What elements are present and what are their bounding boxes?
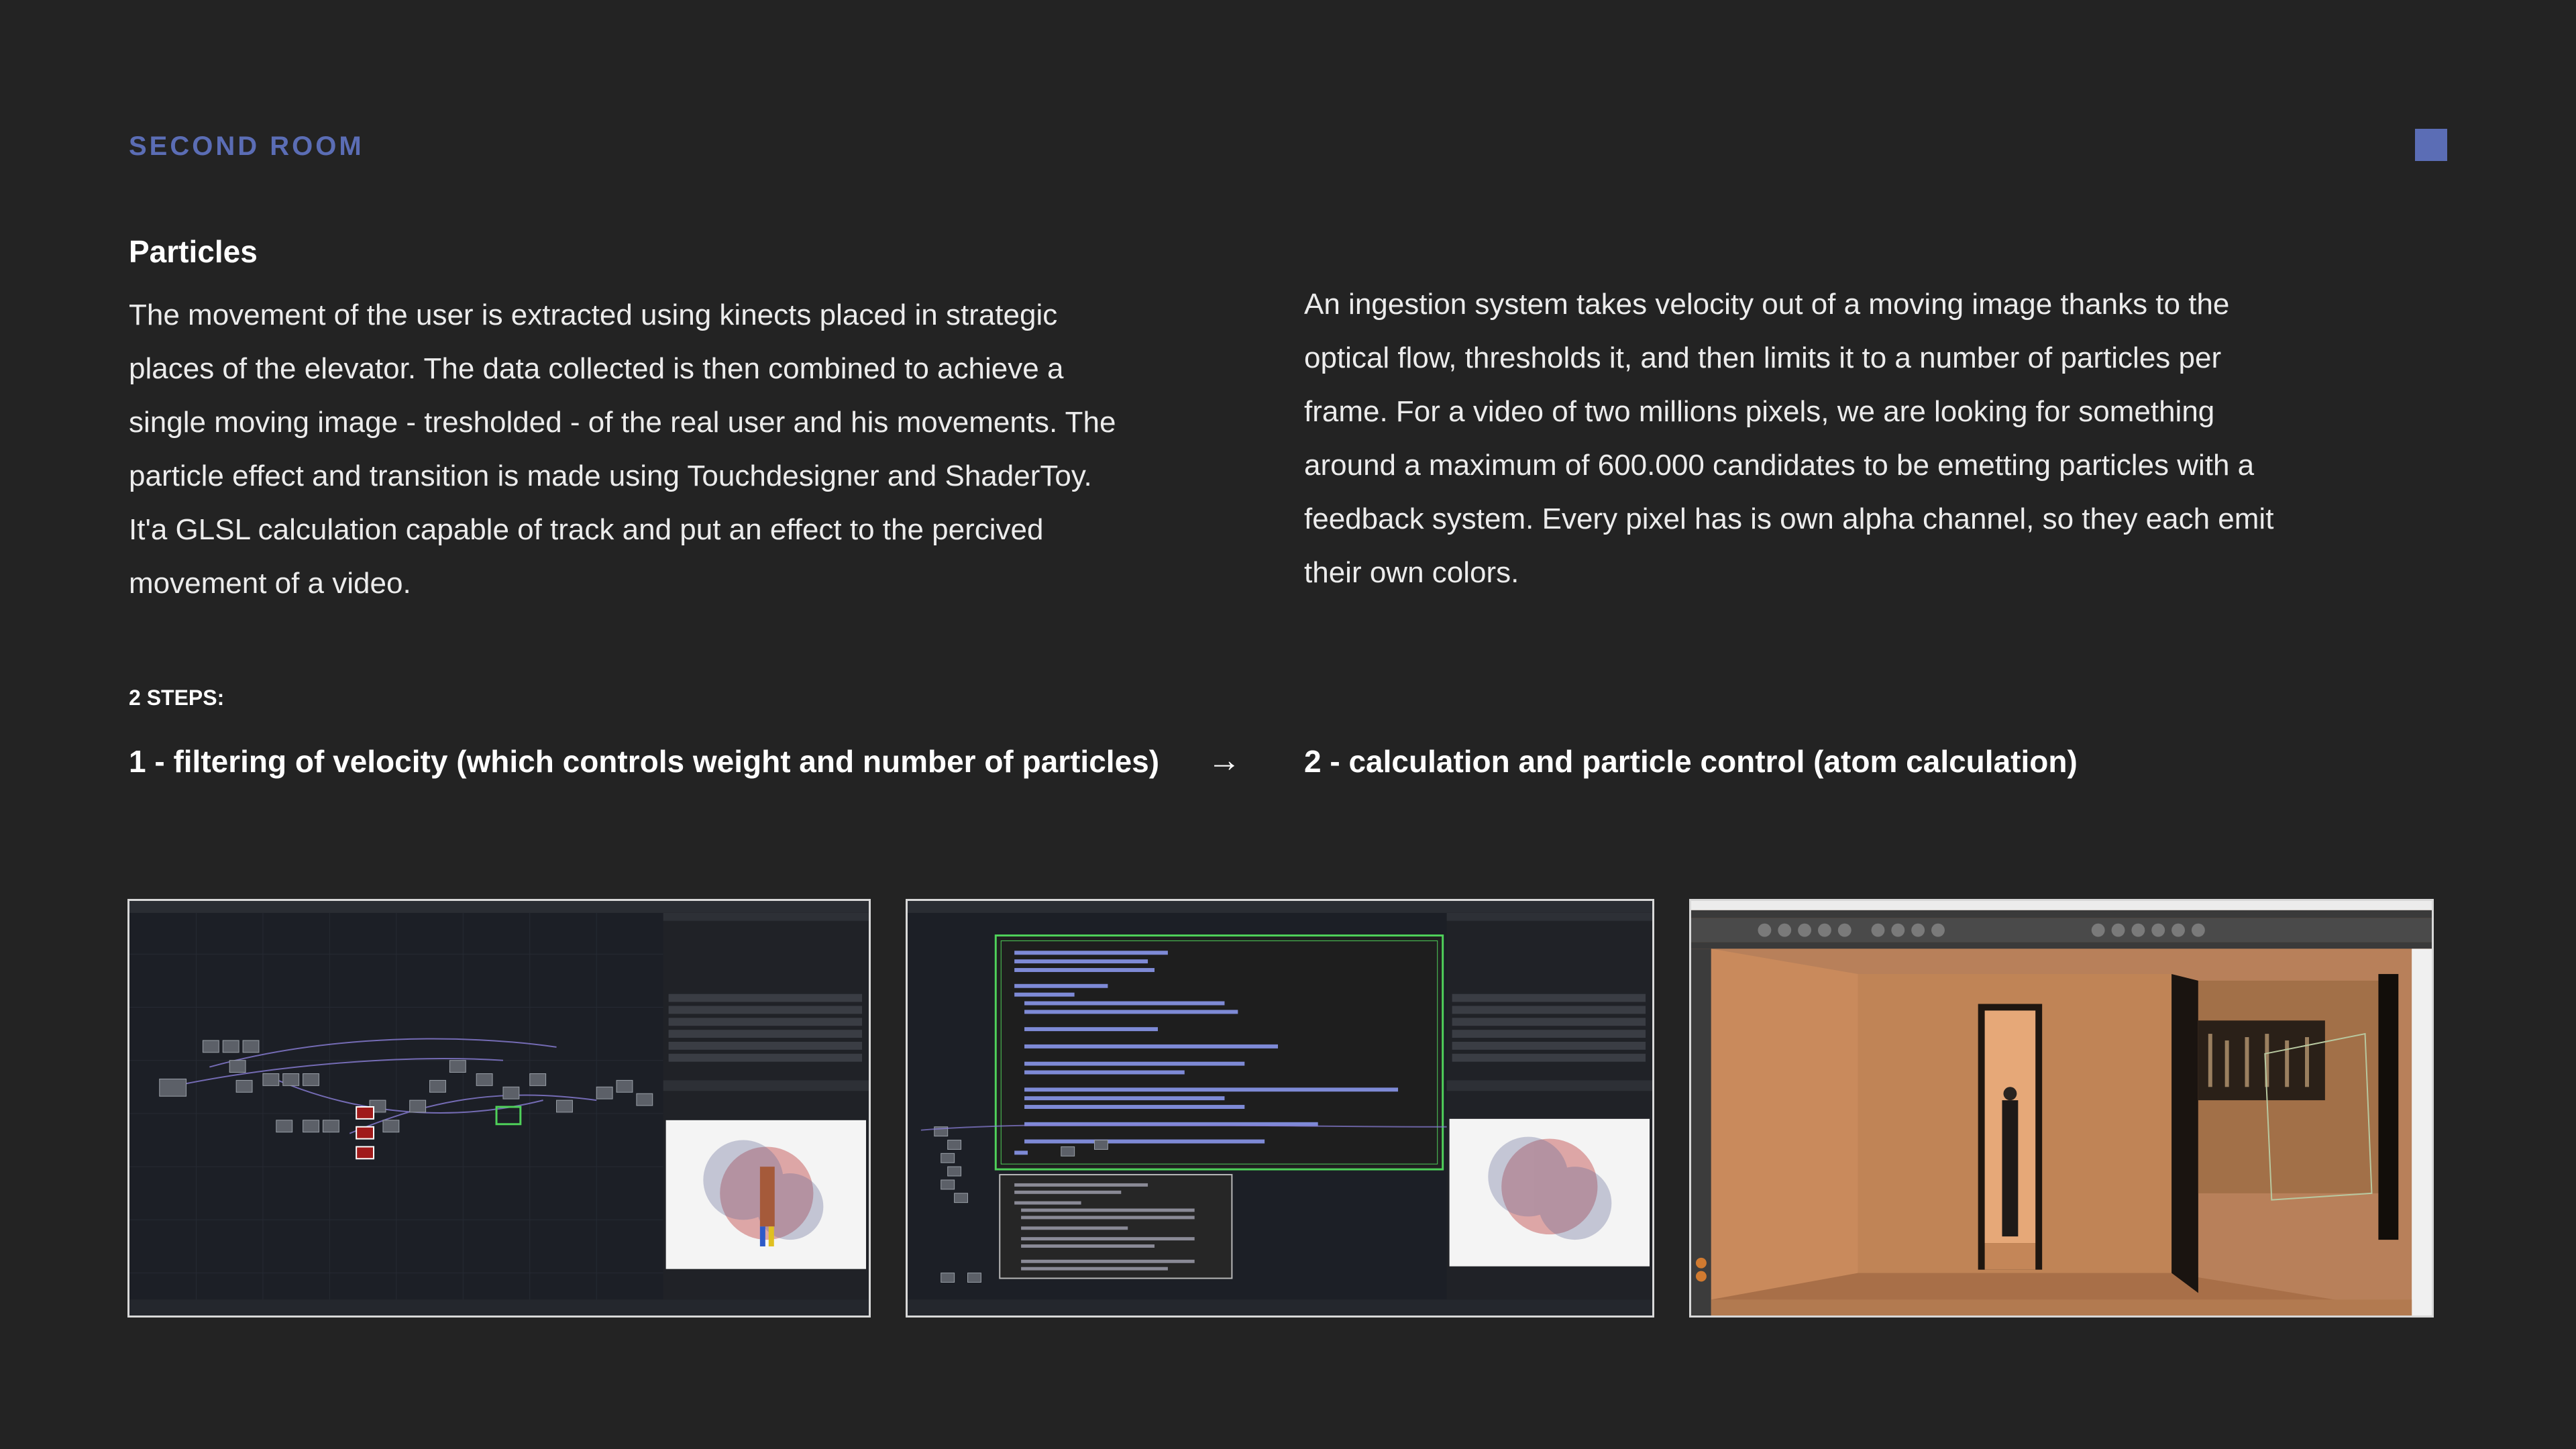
cinema4d-viewport-screenshot: [1689, 899, 2434, 1318]
glsl-shader-code-screenshot: [906, 899, 1654, 1318]
section-label: SECOND ROOM: [129, 131, 364, 161]
arrow-right-icon: →: [1208, 741, 1241, 779]
steps-label: 2 STEPS:: [129, 686, 225, 710]
step-two: 2 - calculation and particle control (at…: [1304, 744, 2078, 779]
step-one: 1 - filtering of velocity (which control…: [129, 744, 1160, 779]
right-paragraph: An ingestion system takes velocity out o…: [1304, 288, 2274, 589]
page-title: Particles: [129, 234, 258, 269]
accent-square: [2415, 129, 2447, 161]
touchdesigner-network-screenshot: [127, 899, 871, 1318]
left-paragraph: The movement of the user is extracted us…: [129, 299, 1116, 600]
